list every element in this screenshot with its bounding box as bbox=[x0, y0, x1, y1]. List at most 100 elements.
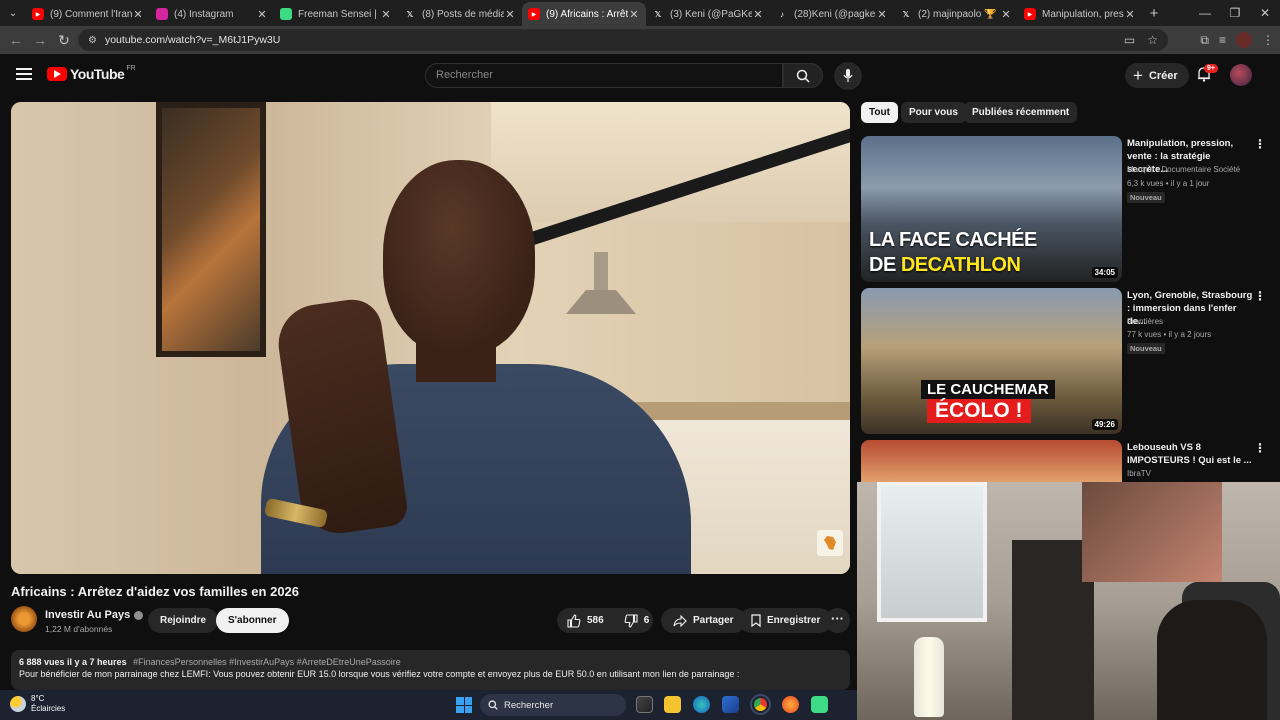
browser-tab[interactable]: Freeman Sensei | Inst✕ bbox=[274, 2, 398, 26]
video-frame-painting bbox=[156, 102, 266, 357]
tab-search-icon[interactable]: ≡ bbox=[1219, 33, 1226, 47]
recommendation-thumbnail[interactable]: LE CAUCHEMAR ÉCOLO ! 49:26 bbox=[861, 288, 1122, 434]
description-meta: 6 888 vues il y a 7 heures #FinancesPers… bbox=[19, 657, 842, 667]
close-tab-icon[interactable]: ✕ bbox=[256, 8, 268, 21]
views-and-age: 6 888 vues il y a 7 heures bbox=[19, 657, 127, 667]
back-icon[interactable]: ← bbox=[4, 32, 28, 48]
browser-tab[interactable]: ▶ Manipulation, pressi ✕ bbox=[1018, 2, 1142, 26]
microphone-icon bbox=[843, 69, 853, 82]
join-button[interactable]: Rejoindre bbox=[148, 608, 219, 633]
close-tab-icon[interactable]: ✕ bbox=[1000, 8, 1012, 21]
recommendation-thumbnail[interactable] bbox=[861, 440, 1122, 482]
search-input[interactable]: Rechercher bbox=[425, 63, 783, 88]
channel-name[interactable]: Investir Au Pays bbox=[45, 609, 144, 621]
account-avatar[interactable] bbox=[1230, 64, 1252, 86]
more-actions-button[interactable]: ··· bbox=[825, 608, 850, 633]
firefox-icon[interactable] bbox=[782, 696, 799, 713]
window-controls: — ❐ ✕ bbox=[1190, 0, 1280, 26]
browser-tab[interactable]: 𝕏 (3) Keni (@PaGKeni)✕ bbox=[646, 2, 770, 26]
app-icon[interactable] bbox=[811, 696, 828, 713]
recommendation-thumbnail[interactable]: LA FACE CACHÉE DE DECATHLON 34:05 bbox=[861, 136, 1122, 282]
verified-icon bbox=[134, 610, 144, 620]
browser-tab[interactable]: 𝕏 (8) Posts de médias d✕ bbox=[398, 2, 522, 26]
thumbnail-text: LE CAUCHEMAR bbox=[921, 380, 1055, 399]
chip-for-you[interactable]: Pour vous bbox=[901, 102, 966, 123]
extensions-icon[interactable]: ⧉ bbox=[1200, 33, 1209, 48]
chip-all[interactable]: Tout bbox=[861, 102, 898, 123]
x-icon: 𝕏 bbox=[652, 8, 664, 20]
logo-wordmark: YouTube bbox=[70, 66, 125, 82]
close-tab-icon[interactable]: ✕ bbox=[876, 8, 888, 21]
close-tab-icon[interactable]: ✕ bbox=[504, 8, 516, 21]
close-tab-icon[interactable]: ✕ bbox=[1124, 8, 1136, 21]
recommendation-channel[interactable]: Marqué • Documentaire Société bbox=[1127, 165, 1240, 174]
video-player[interactable] bbox=[11, 102, 850, 574]
tab-search-chevron-icon[interactable]: ⌄ bbox=[0, 0, 26, 26]
recommendation-menu-icon[interactable]: ⋮ bbox=[1254, 441, 1266, 455]
browser-tab[interactable]: 𝕏 (2) majinpaolo 🏆 (@✕ bbox=[894, 2, 1018, 26]
task-view-icon[interactable] bbox=[636, 696, 653, 713]
close-tab-icon[interactable]: ✕ bbox=[380, 8, 392, 21]
profile-avatar[interactable] bbox=[1236, 32, 1252, 48]
partly-sunny-icon bbox=[10, 696, 26, 712]
thumbnail-text: ÉCOLO ! bbox=[927, 399, 1031, 423]
new-tab-button[interactable]: + bbox=[1142, 5, 1166, 22]
bookmark-icon bbox=[751, 614, 761, 627]
browser-tab-title: (4) Instagram bbox=[174, 8, 234, 20]
create-button[interactable]: + Créer bbox=[1125, 63, 1189, 88]
notification-badge: 9+ bbox=[1204, 64, 1218, 73]
recommendation-channel[interactable]: Frontières bbox=[1127, 317, 1163, 326]
forward-icon[interactable]: → bbox=[28, 32, 52, 48]
address-bar-row: ← → ↻ ⚙ youtube.com/watch?v=_M6tJ1Pyw3U … bbox=[0, 26, 1280, 54]
bookmark-star-icon[interactable]: ☆ bbox=[1147, 33, 1158, 47]
x-icon: 𝕏 bbox=[404, 8, 416, 20]
weather-widget[interactable]: 8°C Éclaircies bbox=[10, 694, 65, 714]
taskbar-search[interactable]: Rechercher bbox=[480, 694, 626, 716]
url-field[interactable]: ⚙ youtube.com/watch?v=_M6tJ1Pyw3U ▭ ☆ bbox=[78, 29, 1168, 51]
close-tab-icon[interactable]: ✕ bbox=[752, 8, 764, 21]
browser-tab[interactable]: ♪ (28)Keni (@pagkeni)✕ bbox=[770, 2, 894, 26]
search-button[interactable] bbox=[783, 63, 823, 88]
thumbs-up-icon bbox=[567, 613, 581, 628]
recommendation-menu-icon[interactable]: ⋮ bbox=[1254, 289, 1266, 303]
browser-tab[interactable]: ▶ (9) Africains : Arrêtez✕ bbox=[522, 2, 646, 26]
weather-condition: Éclaircies bbox=[31, 704, 66, 713]
voice-search-button[interactable] bbox=[834, 62, 862, 90]
url-text: youtube.com/watch?v=_M6tJ1Pyw3U bbox=[104, 34, 281, 46]
chip-recent[interactable]: Publiées récemment bbox=[964, 102, 1078, 123]
chrome-menu-icon[interactable]: ⋮ bbox=[1262, 33, 1274, 47]
dislike-button[interactable]: 6 bbox=[614, 613, 660, 628]
hamburger-menu-icon[interactable] bbox=[16, 68, 32, 80]
channel-avatar[interactable] bbox=[11, 606, 37, 632]
browser-tab-title: (9) Comment l'Iran et bbox=[50, 8, 132, 20]
close-tab-icon[interactable]: ✕ bbox=[132, 8, 144, 21]
minimize-icon[interactable]: — bbox=[1190, 0, 1220, 26]
site-info-icon[interactable]: ⚙ bbox=[88, 35, 97, 46]
description-box[interactable]: 6 888 vues il y a 7 heures #FinancesPers… bbox=[11, 650, 850, 690]
youtube-logo[interactable]: YouTube FR bbox=[47, 65, 136, 82]
file-explorer-icon[interactable] bbox=[664, 696, 681, 713]
browser-tab[interactable]: ▶ (9) Comment l'Iran et✕ bbox=[26, 2, 150, 26]
webcam-poster bbox=[1082, 482, 1222, 582]
browser-tab[interactable]: (4) Instagram ✕ bbox=[150, 2, 274, 26]
recommendation-title[interactable]: Lebouseuh VS 8 IMPOSTEURS ! Qui est le .… bbox=[1127, 441, 1253, 467]
chrome-icon[interactable] bbox=[750, 694, 771, 715]
restore-icon[interactable]: ❐ bbox=[1220, 0, 1250, 26]
cast-icon[interactable]: ▭ bbox=[1124, 33, 1135, 47]
windows-start-icon[interactable] bbox=[456, 697, 472, 713]
close-window-icon[interactable]: ✕ bbox=[1250, 0, 1280, 26]
store-icon[interactable] bbox=[722, 696, 739, 713]
recommendation-menu-icon[interactable]: ⋮ bbox=[1254, 137, 1266, 151]
subscribe-button[interactable]: S'abonner bbox=[216, 608, 289, 633]
like-button[interactable]: 586 bbox=[557, 613, 614, 628]
recommendation-channel[interactable]: IbraTV bbox=[1127, 469, 1151, 478]
webcam-bottle bbox=[914, 637, 944, 717]
share-button[interactable]: Partager bbox=[661, 608, 746, 633]
new-badge: Nouveau bbox=[1127, 192, 1165, 203]
edge-icon[interactable] bbox=[693, 696, 710, 713]
hashtags[interactable]: #FinancesPersonnelles #InvestirAuPays #A… bbox=[133, 657, 401, 667]
channel-watermark-icon[interactable] bbox=[817, 530, 843, 556]
reload-icon[interactable]: ↻ bbox=[52, 32, 76, 49]
close-tab-icon[interactable]: ✕ bbox=[628, 8, 640, 21]
save-button[interactable]: Enregistrer bbox=[739, 608, 833, 633]
